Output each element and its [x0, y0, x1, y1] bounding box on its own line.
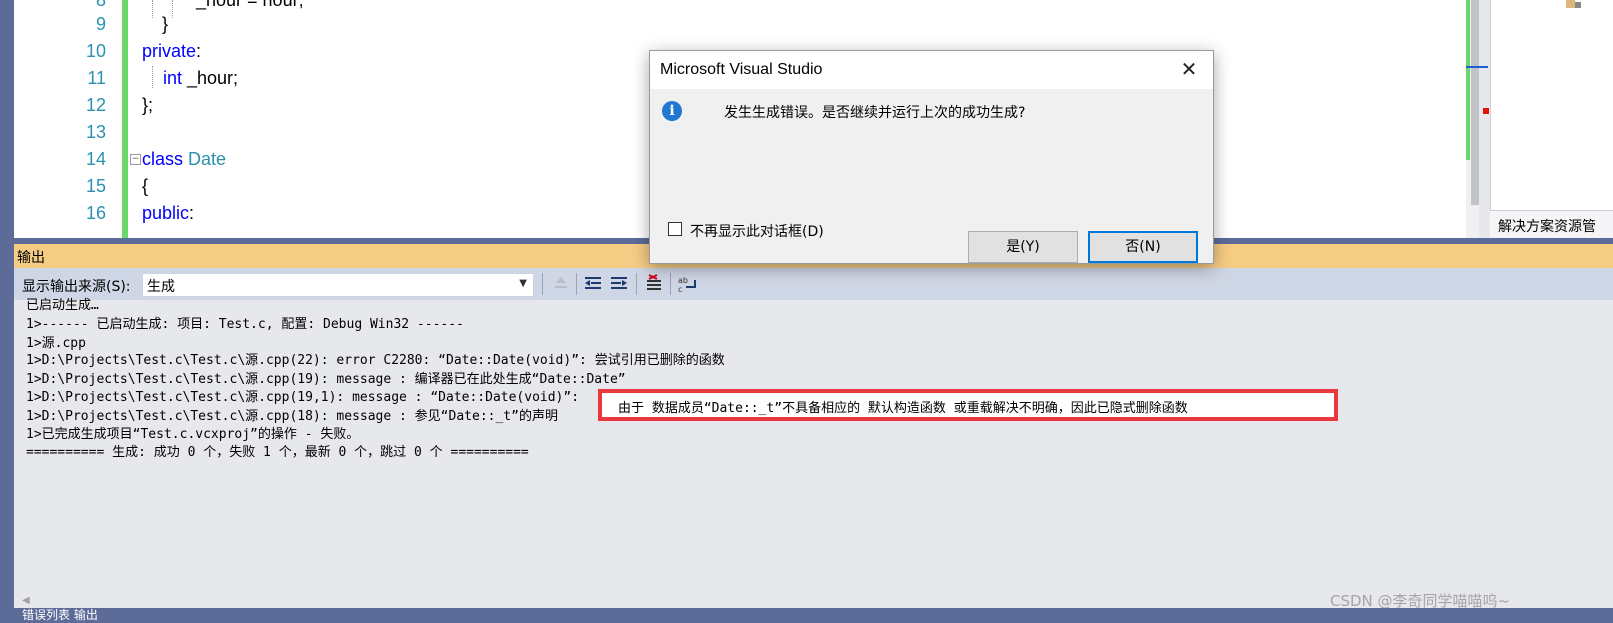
tab-label: 解决方案资源管	[1498, 219, 1596, 235]
highlight-annotation-box: 由于 数据成员“Date::_t”不具备相应的 默认构造函数 或重载解决不明确，…	[598, 389, 1338, 421]
indent-guide	[152, 66, 153, 88]
chevron-down-icon: ▼	[519, 278, 527, 289]
output-source-label: 显示输出来源(S):	[22, 279, 131, 295]
line-number: 14	[85, 149, 106, 169]
message-dialog: Microsoft Visual Studio ✕ i 发生生成错误。是否继续并…	[649, 50, 1214, 264]
code-line: _hour = hour;	[196, 0, 304, 10]
indent-guide	[152, 0, 153, 18]
dialog-title: Microsoft Visual Studio	[660, 61, 823, 78]
bottom-tabs-label[interactable]: 错误列表 输出	[22, 606, 98, 623]
line-number: 11	[87, 68, 106, 88]
toolbar-separator	[542, 273, 543, 295]
svg-text:ab: ab	[678, 276, 688, 285]
output-line: 1>D:\Projects\Test.c\Test.c\源.cpp(18): m…	[26, 409, 558, 424]
line-number-gutter: 8 9 10 11 12 13 14 15 16	[14, 0, 124, 238]
code-line: {	[142, 176, 149, 196]
code-line: class Date	[142, 149, 227, 169]
output-line: 1>D:\Projects\Test.c\Test.c\源.cpp(19,1):…	[26, 390, 580, 405]
output-title: 输出	[17, 250, 45, 266]
code-line: int _hour;	[163, 68, 239, 88]
window-frame-left	[0, 0, 14, 623]
output-line: ========== 生成: 成功 0 个，失败 1 个，最新 0 个，跳过 0…	[26, 445, 529, 460]
previous-message-icon[interactable]	[582, 274, 604, 294]
line-number: 10	[85, 41, 106, 61]
line-number: 16	[85, 203, 106, 223]
line-number: 12	[85, 95, 106, 115]
indent-guide	[172, 0, 173, 18]
solution-explorer-panel	[1490, 0, 1613, 238]
highlighted-message: 由于 数据成员“Date::_t”不具备相应的 默认构造函数 或重载解决不明确，…	[618, 401, 1188, 416]
next-message-icon[interactable]	[608, 274, 630, 294]
output-line: 1>------ 已启动生成: 项目: Test.c, 配置: Debug Wi…	[26, 317, 464, 332]
go-to-message-icon[interactable]	[550, 274, 572, 294]
toolbar-separator	[670, 273, 671, 295]
yes-button[interactable]: 是(Y)	[968, 231, 1078, 263]
toolbar-separator	[636, 273, 637, 295]
scroll-caret-marker	[1466, 66, 1488, 68]
collapse-icon[interactable]: −	[130, 154, 141, 165]
code-line: public:	[142, 203, 195, 223]
scrollbar-thumb[interactable]	[1471, 0, 1479, 205]
close-icon[interactable]: ✕	[1175, 57, 1203, 81]
line-number: 15	[85, 176, 106, 196]
no-button[interactable]: 否(N)	[1088, 231, 1198, 263]
output-line: 1>已完成生成项目“Test.c.vcxproj”的操作 - 失败。	[26, 427, 360, 442]
toolbar-separator	[576, 273, 577, 295]
dont-show-again-checkbox[interactable]	[668, 222, 682, 236]
word-wrap-icon[interactable]: ab c	[676, 274, 698, 294]
bottom-tab-strip: 错误列表 输出	[0, 608, 1613, 623]
code-line: };	[142, 95, 154, 115]
output-line: 已启动生成…	[26, 298, 99, 313]
scroll-change-marker	[1466, 0, 1470, 160]
change-tracking-bar	[122, 0, 128, 238]
output-toolbar: 显示输出来源(S): 生成 ▼ ab c	[14, 268, 1613, 300]
tab-solution-explorer[interactable]: 解决方案资源管	[1490, 210, 1613, 239]
output-text-area[interactable]: 已启动生成… 1>------ 已启动生成: 项目: Test.c, 配置: D…	[14, 298, 1613, 600]
dont-show-again-label: 不再显示此对话框(D)	[690, 224, 824, 240]
output-source-select[interactable]: 生成 ▼	[142, 273, 534, 297]
dialog-message: 发生生成错误。是否继续并运行上次的成功生成?	[724, 105, 1026, 121]
line-number: 9	[95, 14, 106, 34]
clear-all-icon[interactable]	[644, 274, 666, 294]
output-line: 1>D:\Projects\Test.c\Test.c\源.cpp(19): m…	[26, 372, 626, 387]
line-number: 8	[95, 0, 106, 10]
output-source-value: 生成	[147, 279, 175, 295]
info-icon: i	[662, 101, 682, 121]
svg-text:c: c	[678, 285, 682, 294]
line-number: 13	[85, 122, 106, 142]
scroll-left-icon[interactable]: ◀	[22, 595, 30, 606]
scroll-error-marker	[1483, 108, 1489, 114]
folder-icon	[1566, 0, 1581, 8]
code-line: private:	[142, 41, 202, 61]
code-line: }	[162, 14, 169, 34]
output-line: 1>D:\Projects\Test.c\Test.c\源.cpp(22): e…	[26, 353, 725, 368]
